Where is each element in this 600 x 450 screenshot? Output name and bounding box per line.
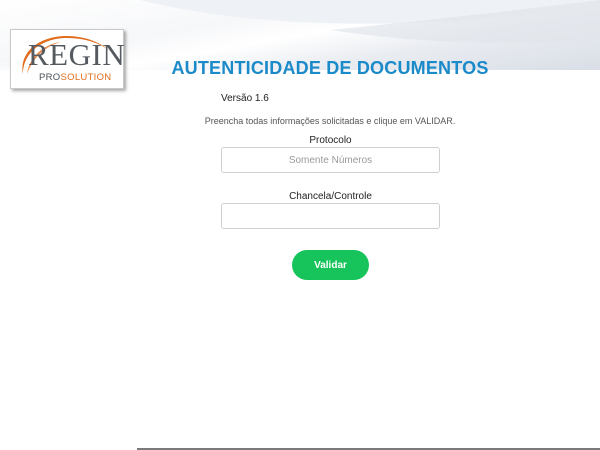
page-title: AUTENTICIDADE DE DOCUMENTOS bbox=[171, 58, 489, 78]
chancela-input[interactable] bbox=[221, 203, 440, 229]
validate-button[interactable]: Validar bbox=[292, 250, 369, 280]
protocolo-label: Protocolo bbox=[309, 135, 352, 146]
version-label: Versão 1.6 bbox=[221, 93, 269, 104]
instructions-text: Preencha todas informações solicitadas e… bbox=[204, 116, 456, 126]
chancela-label: Chancela/Controle bbox=[289, 191, 372, 202]
protocolo-input[interactable] bbox=[221, 147, 440, 173]
